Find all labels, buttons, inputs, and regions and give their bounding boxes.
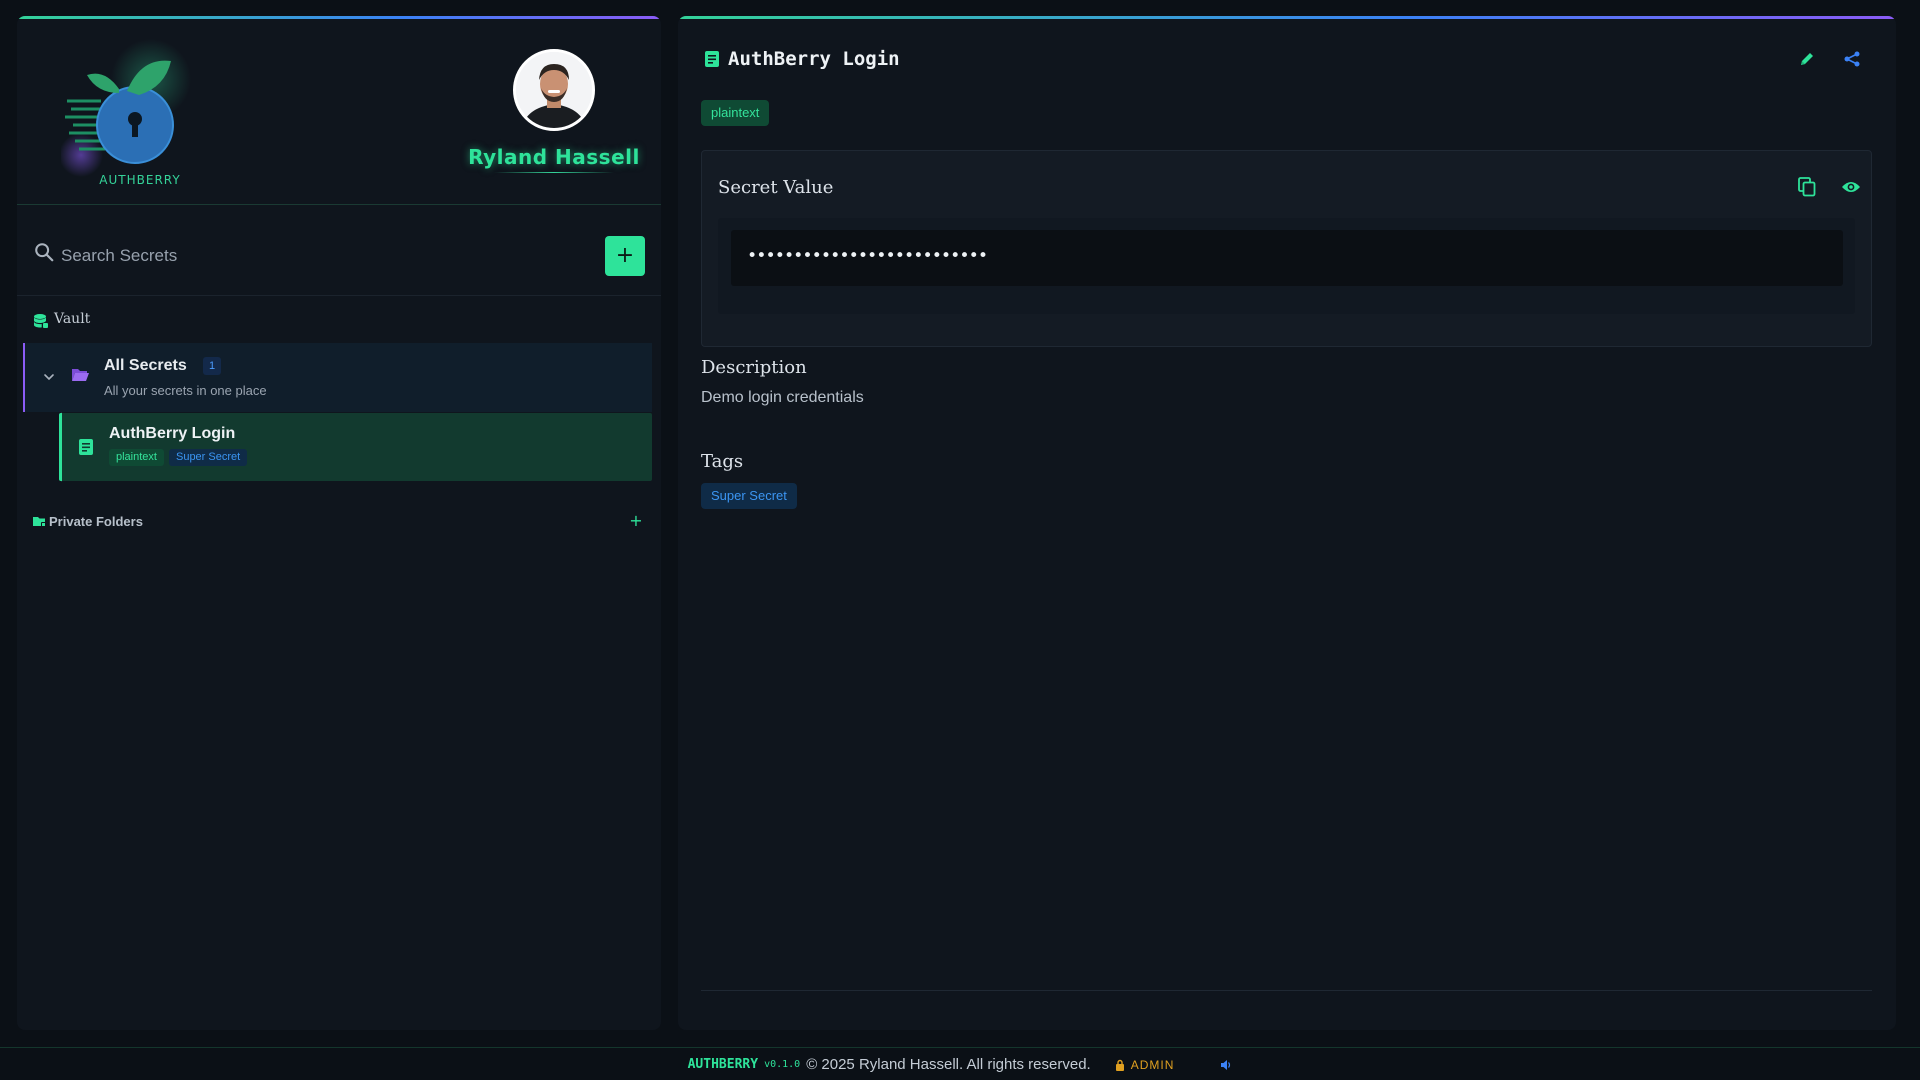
vault-label: Vault xyxy=(54,311,91,327)
panel-accent-bar xyxy=(678,16,1896,19)
tag-badge: Super Secret xyxy=(168,449,248,466)
user-name: Ryland Hassell xyxy=(468,145,640,169)
description-heading: Description xyxy=(701,357,807,378)
private-folders-label: Private Folders xyxy=(49,514,143,529)
copy-icon[interactable] xyxy=(1798,177,1816,197)
authberry-logo: AUTHBERRY xyxy=(59,39,211,191)
footer: AUTHBERRY v0.1.0 © 2025 Ryland Hassell. … xyxy=(0,1047,1920,1080)
profile-header: AUTHBERRY Ryland Hassell xyxy=(17,19,661,205)
add-secret-button[interactable]: + xyxy=(605,236,645,276)
pencil-icon[interactable] xyxy=(1798,50,1816,68)
secret-item-authberry-login[interactable]: AuthBerry Login plaintext Super Secret xyxy=(59,413,652,481)
folder-subtitle: All your secrets in one place xyxy=(104,383,267,398)
document-icon xyxy=(705,51,719,67)
folder-all-secrets[interactable]: All Secrets 1 All your secrets in one pl… xyxy=(23,343,652,412)
description-text: Demo login credentials xyxy=(701,389,864,406)
database-icon xyxy=(34,314,48,328)
secret-item-badges: plaintext Super Secret xyxy=(109,449,248,466)
type-badge: plaintext xyxy=(109,449,164,466)
footer-role-badge: ADMIN xyxy=(1130,1057,1175,1072)
tag-badge: Super Secret xyxy=(701,483,797,509)
folder-lock-icon xyxy=(33,517,46,527)
secret-detail-panel: AuthBerry Login plaintext Secret Value •… xyxy=(678,16,1896,1030)
folder-open-icon xyxy=(72,369,89,381)
eye-icon[interactable] xyxy=(1841,179,1861,195)
divider xyxy=(701,990,1872,991)
secret-value-container: •••••••••••••••••••••••••• xyxy=(718,218,1855,314)
tags-heading: Tags xyxy=(701,451,744,472)
secret-value-field[interactable]: •••••••••••••••••••••••••• xyxy=(731,230,1843,286)
document-icon xyxy=(79,439,93,455)
footer-brand: AUTHBERRY xyxy=(687,1057,759,1072)
footer-version: v0.1.0 xyxy=(764,1059,801,1070)
sidebar-panel: AUTHBERRY Ryland Hassell + xyxy=(17,16,661,1030)
speaker-icon[interactable] xyxy=(1220,1059,1232,1071)
footer-content: AUTHBERRY v0.1.0 © 2025 Ryland Hassell. … xyxy=(0,1056,1920,1073)
folder-title: All Secrets xyxy=(104,357,187,374)
user-name-underline xyxy=(494,172,614,173)
user-avatar-icon xyxy=(516,52,592,128)
add-private-folder-button[interactable]: + xyxy=(627,511,645,531)
share-icon[interactable] xyxy=(1843,50,1861,68)
avatar[interactable] xyxy=(513,49,595,131)
secret-item-title: AuthBerry Login xyxy=(109,425,236,442)
logo-text: AUTHBERRY xyxy=(99,173,181,187)
private-folders-heading: Private Folders + xyxy=(33,511,653,533)
secret-value-heading: Secret Value xyxy=(718,177,834,198)
secret-type-badge: plaintext xyxy=(701,100,770,126)
lock-icon xyxy=(1115,1059,1124,1071)
search-icon xyxy=(35,243,54,262)
blueberry-keyhole-icon xyxy=(59,39,191,177)
chevron-down-icon[interactable] xyxy=(43,371,55,383)
search-bar: + xyxy=(17,221,661,296)
secret-title: AuthBerry Login xyxy=(728,48,900,70)
footer-copyright: © 2025 Ryland Hassell. All rights reserv… xyxy=(806,1056,1091,1073)
secret-value-card: Secret Value •••••••••••••••••••••••••• xyxy=(701,150,1872,347)
folder-count-badge: 1 xyxy=(203,357,221,375)
search-input[interactable] xyxy=(61,241,561,271)
masked-secret-value: •••••••••••••••••••••••••• xyxy=(747,246,988,266)
